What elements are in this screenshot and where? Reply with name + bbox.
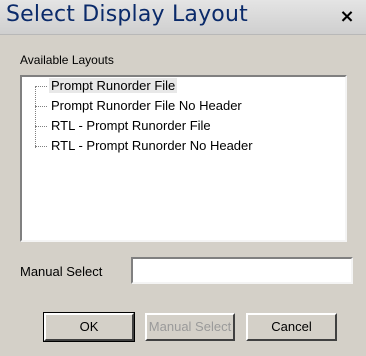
close-icon[interactable]: × [336, 6, 358, 28]
title-bar: Select Display Layout × [0, 0, 366, 35]
tree-item-label: Prompt Runorder File No Header [51, 98, 242, 113]
cancel-button[interactable]: Cancel [246, 313, 337, 341]
available-layouts-label: Available Layouts [20, 53, 114, 67]
tree-item-label: RTL - Prompt Runorder No Header [51, 138, 253, 153]
tree-item-prompt-runorder-file-no-header[interactable]: Prompt Runorder File No Header [35, 98, 244, 114]
tree-item-prompt-runorder-file[interactable]: Prompt Runorder File [35, 78, 178, 94]
tree-branch-icon [35, 86, 47, 88]
ok-button[interactable]: OK [43, 312, 135, 342]
tree-branch-icon [35, 146, 47, 148]
tree-item-rtl-prompt-runorder-file[interactable]: RTL - Prompt Runorder File [35, 118, 213, 134]
tree-item-label: RTL - Prompt Runorder File [51, 118, 211, 133]
tree-item-label: Prompt Runorder File [49, 78, 178, 93]
tree-branch-icon [35, 106, 47, 108]
tree-item-rtl-prompt-runorder-no-header[interactable]: RTL - Prompt Runorder No Header [35, 138, 255, 154]
tree-branch-icon [35, 126, 47, 128]
manual-select-label: Manual Select [20, 264, 103, 279]
window-title: Select Display Layout [6, 2, 248, 27]
manual-select-input[interactable] [131, 257, 353, 284]
layouts-tree[interactable]: Prompt Runorder File Prompt Runorder Fil… [20, 75, 347, 242]
manual-select-button: Manual Select [145, 313, 235, 341]
